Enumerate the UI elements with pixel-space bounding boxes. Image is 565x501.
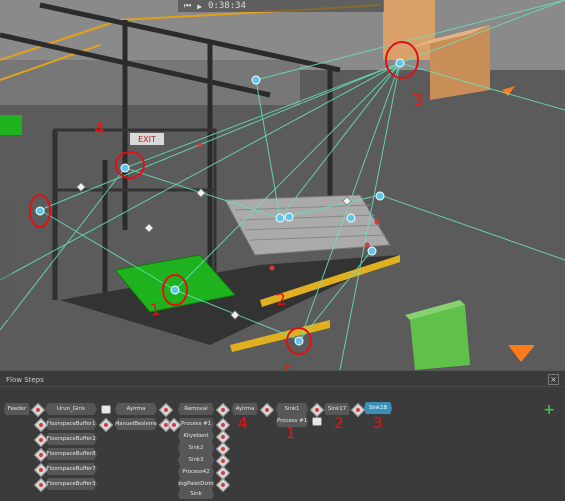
annotation-label: 1 — [286, 424, 296, 442]
flow-step[interactable]: FloorspaceBuffer8 — [45, 448, 97, 460]
node-icon[interactable] — [367, 246, 377, 256]
3d-viewport[interactable]: EXIT ⏮ ▶ 0:38:34 4 3 1 2 — [0, 0, 565, 370]
flow-step[interactable]: Process #1 — [178, 418, 214, 430]
flow-step[interactable]: FloorspaceBuffer2 — [45, 433, 97, 445]
flow-step[interactable]: Process42 — [178, 466, 214, 478]
node-icon[interactable] — [251, 75, 261, 85]
node-icon[interactable] — [375, 191, 385, 201]
connector-icon[interactable] — [312, 417, 322, 426]
flow-step[interactable]: Kliyebent — [178, 430, 214, 442]
add-step-button[interactable]: + — [543, 402, 555, 418]
annotation-label: 3 — [373, 414, 383, 432]
flow-step-selected[interactable]: Sink18 — [364, 402, 392, 414]
connector-icon[interactable] — [101, 405, 111, 414]
flow-step[interactable]: Sink2 — [178, 442, 214, 454]
close-icon[interactable]: × — [548, 374, 559, 385]
exit-sign: EXIT — [138, 135, 156, 144]
flow-step[interactable]: FloorspaceBuffer7 — [45, 463, 97, 475]
flow-step[interactable]: Feeder — [4, 403, 30, 415]
flow-step[interactable]: Sink1 — [276, 403, 308, 415]
flow-step[interactable]: Removal — [178, 403, 214, 415]
left-toolstrip — [0, 200, 12, 320]
node-icon[interactable] — [294, 336, 304, 346]
node-icon[interactable] — [284, 212, 294, 222]
flow-step[interactable]: FloorspaceBuffer1 — [45, 418, 97, 430]
flow-step[interactable]: BogPaletDizim — [178, 478, 214, 490]
flow-step[interactable]: FloorspaceBuffer3 — [45, 478, 97, 490]
node-icon[interactable] — [346, 213, 356, 223]
step-back-icon[interactable]: ⏮ — [184, 1, 191, 11]
node-icon[interactable] — [35, 206, 45, 216]
flow-step[interactable]: ManuelBesleme — [115, 418, 157, 430]
node-icon[interactable] — [170, 285, 180, 295]
node-icon[interactable] — [395, 58, 405, 68]
node-icon[interactable] — [120, 163, 130, 173]
node-icon[interactable] — [275, 213, 285, 223]
play-icon[interactable]: ▶ — [197, 2, 202, 11]
scene-canvas[interactable]: EXIT — [0, 0, 565, 370]
panel-title: Flow Steps — [6, 376, 44, 384]
flow-step[interactable]: Urun_Giris — [45, 403, 97, 415]
simulation-timer: 0:38:34 — [208, 1, 246, 11]
flow-step[interactable]: Sink3 — [178, 454, 214, 466]
annotation-label: 2 — [334, 414, 344, 432]
annotation-label: 4 — [238, 414, 248, 432]
divider — [0, 386, 565, 387]
flow-step[interactable]: Ayirma — [115, 403, 157, 415]
flow-step[interactable]: Sink — [178, 489, 214, 499]
simulation-toolbar: ⏮ ▶ 0:38:34 — [178, 0, 384, 12]
